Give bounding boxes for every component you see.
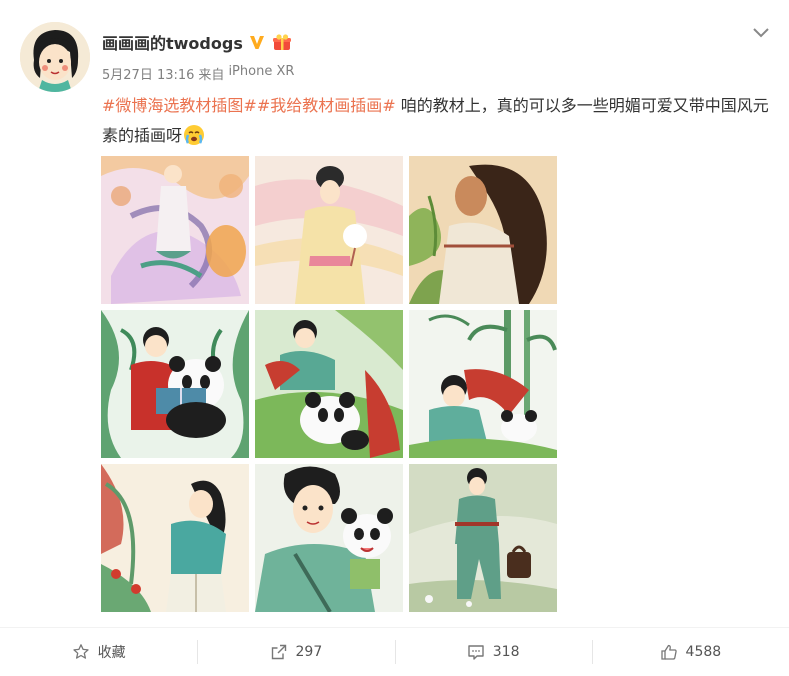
topic-tag-2[interactable]: #我给教材画插画# — [257, 96, 396, 115]
comment-button[interactable]: 318 — [394, 628, 592, 676]
source-prefix: 来自 — [198, 68, 225, 83]
repost-count: 297 — [295, 644, 323, 660]
crying-face-emoji-icon — [183, 124, 205, 146]
post-text: #微博海选教材插图##我给教材画插画# 咱的教材上，真的可以多一些明媚可爱又带中… — [102, 91, 778, 151]
like-count: 4588 — [685, 644, 722, 660]
illustration-lady-fan[interactable] — [255, 156, 403, 304]
illustration-girl-panda-reading[interactable] — [101, 310, 249, 458]
action-bar: 收藏 297 318 4588 — [0, 627, 789, 676]
illustration-girl-panda-grass[interactable] — [255, 310, 403, 458]
comment-count: 318 — [492, 644, 520, 660]
topic-tag-1[interactable]: #微博海选教材插图# — [102, 96, 257, 115]
post-meta: 5月27日 13:16 来自 iPhone XR — [102, 64, 294, 83]
illustration-girl-flowers[interactable] — [101, 464, 249, 612]
weibo-post-card: 画画画的twodogs 5月27日 13:16 来自 iPhone XR #微博… — [0, 0, 789, 675]
illustration-traveler[interactable] — [409, 464, 557, 612]
share-arrow-icon — [271, 644, 286, 660]
like-button[interactable]: 4588 — [591, 628, 789, 676]
post-source: iPhone XR — [228, 64, 295, 79]
thumbs-up-icon — [660, 644, 677, 660]
illustration-long-hair[interactable] — [409, 156, 557, 304]
post-time[interactable]: 5月27日 13:16 — [102, 64, 194, 83]
repost-button[interactable]: 297 — [197, 628, 394, 676]
verified-v-icon[interactable] — [248, 33, 266, 51]
star-icon — [72, 644, 89, 659]
illustration-dancer[interactable] — [101, 156, 249, 304]
avatar[interactable] — [20, 22, 90, 92]
illustration-boy-panda[interactable] — [255, 464, 403, 612]
user-name[interactable]: 画画画的twodogs — [102, 30, 243, 54]
more-options-chevron-down-icon[interactable] — [751, 22, 771, 42]
favorite-label: 收藏 — [97, 645, 126, 661]
avatar-illustration — [20, 22, 90, 92]
favorite-button[interactable]: 收藏 — [0, 628, 197, 676]
comment-bubble-icon — [468, 645, 484, 660]
user-name-row: 画画画的twodogs — [102, 30, 293, 54]
image-grid — [101, 156, 557, 612]
member-gift-icon[interactable] — [271, 33, 293, 51]
illustration-girl-panda-bamboo[interactable] — [409, 310, 557, 458]
